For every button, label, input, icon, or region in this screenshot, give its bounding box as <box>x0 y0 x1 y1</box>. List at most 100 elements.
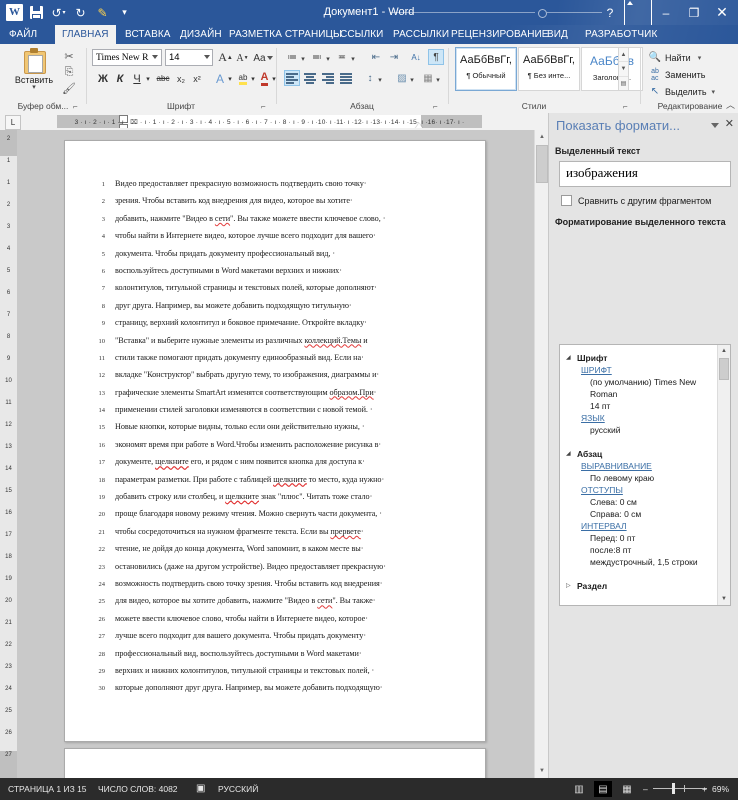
format-property-link[interactable]: ЯЗЫК <box>581 413 605 423</box>
underline-icon[interactable]: Ч <box>130 71 144 86</box>
line-text[interactable]: для видео, которое вы хотите добавить, н… <box>115 596 375 605</box>
text-highlight-icon[interactable]: ab <box>236 71 250 86</box>
formatting-scrollbar[interactable]: ▲ ▼ <box>717 345 730 605</box>
compare-checkbox[interactable] <box>561 195 572 206</box>
font-size-dropdown-icon[interactable] <box>204 55 210 59</box>
document-line[interactable]: 13 графические элементы SmartArt изменятс… <box>83 388 473 405</box>
pane-close-icon[interactable]: ✕ <box>725 117 734 130</box>
sort-icon[interactable]: A↓ <box>408 49 424 65</box>
page-indicator[interactable]: СТРАНИЦА 1 ИЗ 15 <box>8 778 87 800</box>
paste-dropdown-icon[interactable]: ▾ <box>12 84 56 91</box>
vertical-ruler[interactable]: 2 1 1 2 3 4 5 6 7 8 9 10 11 12 13 14 15 16 17 18 19 20 21 22 23 2… <box>0 130 17 778</box>
bullets-dropdown-icon[interactable]: ▾ <box>299 51 307 67</box>
document-line[interactable]: 30 которые дополняют друг друга. Например… <box>83 683 473 700</box>
fmt-scroll-up-icon[interactable]: ▲ <box>718 345 730 357</box>
document-page-1[interactable]: 1 Видео предоставляет прекрасную возможно… <box>64 140 486 742</box>
section-toggle-icon[interactable]: ◢ <box>566 354 571 361</box>
document-line[interactable]: 8 друг друга. Например, вы можете добавит… <box>83 301 473 318</box>
bullets-icon[interactable]: ≔ <box>284 49 300 65</box>
line-text[interactable]: колонтитулов, титульной страницы и текст… <box>115 283 377 292</box>
pane-menu-icon[interactable] <box>711 123 719 128</box>
zoom-level[interactable]: 69% <box>712 778 729 800</box>
document-line[interactable]: 2 зрения. Чтобы вставить код внедрения дл… <box>83 196 473 213</box>
grow-font-icon[interactable]: A ▲ <box>218 50 233 65</box>
line-text[interactable]: документа. Чтобы придать документу профе… <box>115 249 335 258</box>
document-line[interactable]: 25 для видео, которое вы хотите добавить,… <box>83 596 473 613</box>
line-text[interactable]: профессиональный вид, воспользуйтесь дос… <box>115 649 362 658</box>
zoom-out-button[interactable]: – <box>643 778 648 800</box>
document-line[interactable]: 15 Новые кнопки, которые видны, только ес… <box>83 422 473 439</box>
compare-checkbox-row[interactable]: Сравнить с другим фрагментом <box>561 195 711 206</box>
styles-scroll-up-icon[interactable]: ▲ <box>619 48 628 63</box>
shading-dropdown-icon[interactable]: ▾ <box>408 72 416 88</box>
document-line[interactable]: 1 Видео предоставляет прекрасную возможно… <box>83 179 473 196</box>
borders-dropdown-icon[interactable]: ▾ <box>434 72 442 88</box>
tab-page-layout[interactable]: РАЗМЕТКА СТРАНИЦЫ <box>222 25 349 44</box>
line-text[interactable]: графические элементы SmartArt изменятся … <box>115 388 376 397</box>
subscript-icon[interactable]: x₂ <box>174 71 188 86</box>
increase-indent-icon[interactable]: ⇥ <box>386 49 402 65</box>
fmt-scrollbar-thumb[interactable] <box>719 358 729 380</box>
document-line[interactable]: 16 экономят время при работе в Word.Чтобы… <box>83 440 473 457</box>
align-left-icon[interactable] <box>284 70 300 86</box>
format-property-link[interactable]: ОТСТУПЫ <box>581 485 623 495</box>
zoom-slider-thumb[interactable] <box>672 783 675 794</box>
scroll-up-icon[interactable]: ▲ <box>535 130 549 144</box>
format-property-link[interactable]: ВЫРАВНИВАНИЕ <box>581 461 652 471</box>
line-text[interactable]: чтобы сосредоточиться на нужном фрагмент… <box>115 527 364 536</box>
document-line[interactable]: 11 стили также помогают придать документу… <box>83 353 473 370</box>
line-text[interactable]: чтение, не дойдя до конца документа, Wor… <box>115 544 363 553</box>
section-toggle-icon[interactable]: ◢ <box>566 450 571 457</box>
document-line[interactable]: 26 можете ввести ключевое слово, чтобы на… <box>83 614 473 631</box>
style-item-0[interactable]: АаБбВвГг, ¶ Обычный <box>455 47 517 91</box>
document-line[interactable]: 12 вкладке "Конструктор" выбрать другую т… <box>83 370 473 387</box>
line-text[interactable]: зрения. Чтобы вставить код внедрения для… <box>115 196 353 205</box>
line-text[interactable]: добавить строку или столбец, и щелкните … <box>115 492 372 501</box>
copy-icon[interactable]: ⎘ <box>58 64 80 80</box>
format-property-link[interactable]: ШРИФТ <box>581 365 612 375</box>
show-formatting-marks-icon[interactable]: ¶ <box>428 49 444 65</box>
scrollbar-thumb[interactable] <box>536 145 548 183</box>
change-case-icon[interactable]: Aa <box>253 51 273 65</box>
line-text[interactable]: друг друга. Например, вы можете добавить… <box>115 301 352 310</box>
line-text[interactable]: можете ввести ключевое слово, чтобы найт… <box>115 614 368 623</box>
select-button[interactable]: ↖ Выделить ▾ <box>648 84 715 99</box>
line-text[interactable]: воспользуйтесь доступными в Word макетам… <box>115 266 342 275</box>
strikethrough-icon[interactable]: abc <box>154 72 172 85</box>
selected-text-value[interactable]: изображения <box>559 161 731 187</box>
line-text[interactable]: лучше всего подходит для вашего документ… <box>115 631 366 640</box>
document-line[interactable]: 19 добавить строку или столбец, и щелкнит… <box>83 492 473 509</box>
document-line[interactable]: 21 чтобы сосредоточиться на нужном фрагме… <box>83 527 473 544</box>
bold-icon[interactable]: Ж <box>96 71 110 86</box>
ribbon-tabs[interactable]: ФАЙЛ ГЛАВНАЯ ВСТАВКА ДИЗАЙН РАЗМЕТКА СТР… <box>0 25 738 44</box>
section-toggle-icon[interactable]: ▷ <box>566 582 571 589</box>
zoom-in-button[interactable]: + <box>702 778 707 800</box>
style-item-2[interactable]: АаБбВв Заголово... <box>581 47 643 91</box>
line-text[interactable]: документе, щелкните его, и рядом с ним п… <box>115 457 365 466</box>
line-text[interactable]: чтобы найти в Интернете видео, которое л… <box>115 231 376 240</box>
document-line[interactable]: 23 остановились (даже на другом устройств… <box>83 562 473 579</box>
scroll-down-icon[interactable]: ▼ <box>535 764 549 778</box>
line-spacing-dropdown-icon[interactable]: ▾ <box>376 72 384 88</box>
document-line[interactable]: 18 параметрам разметки. При работе с табл… <box>83 475 473 492</box>
text-effects-dropdown-icon[interactable]: ▾ <box>226 73 234 85</box>
align-right-icon[interactable] <box>320 70 336 86</box>
decrease-indent-icon[interactable]: ⇤ <box>368 49 384 65</box>
line-text[interactable]: возможность подтвердить свою точку зрени… <box>115 579 382 588</box>
line-text[interactable]: "Вставка" и выберите нужные элементы из … <box>115 336 368 345</box>
styles-dialog-launcher[interactable]: ⌐ <box>623 102 632 111</box>
styles-more-icon[interactable]: ▤ <box>619 77 628 90</box>
cut-icon[interactable]: ✂ <box>58 48 80 64</box>
proofing-icon[interactable]: ▣ <box>196 778 205 800</box>
font-dialog-launcher[interactable]: ⌐ <box>261 102 270 111</box>
document-line[interactable]: 20 проще благодаря новому режиму чтения. … <box>83 509 473 526</box>
paragraph-dialog-launcher[interactable]: ⌐ <box>433 102 442 111</box>
horizontal-ruler[interactable]: 3 · ı · 2 · ı · 1 · ı · ⌧ · ı · 1 · ı · … <box>57 115 482 128</box>
superscript-icon[interactable]: x² <box>190 71 204 86</box>
document-page-2[interactable] <box>64 748 486 778</box>
line-text[interactable]: проще благодаря новому режиму чтения. Мо… <box>115 509 382 518</box>
line-text[interactable]: страницу, верхний колонтитул и боковое п… <box>115 318 367 327</box>
styles-gallery-scrollbar[interactable]: ▲ ▼ ▤ <box>618 47 629 91</box>
word-count[interactable]: ЧИСЛО СЛОВ: 4082 <box>98 778 178 800</box>
line-text[interactable]: которые дополняют друг друга. Например, … <box>115 683 383 692</box>
